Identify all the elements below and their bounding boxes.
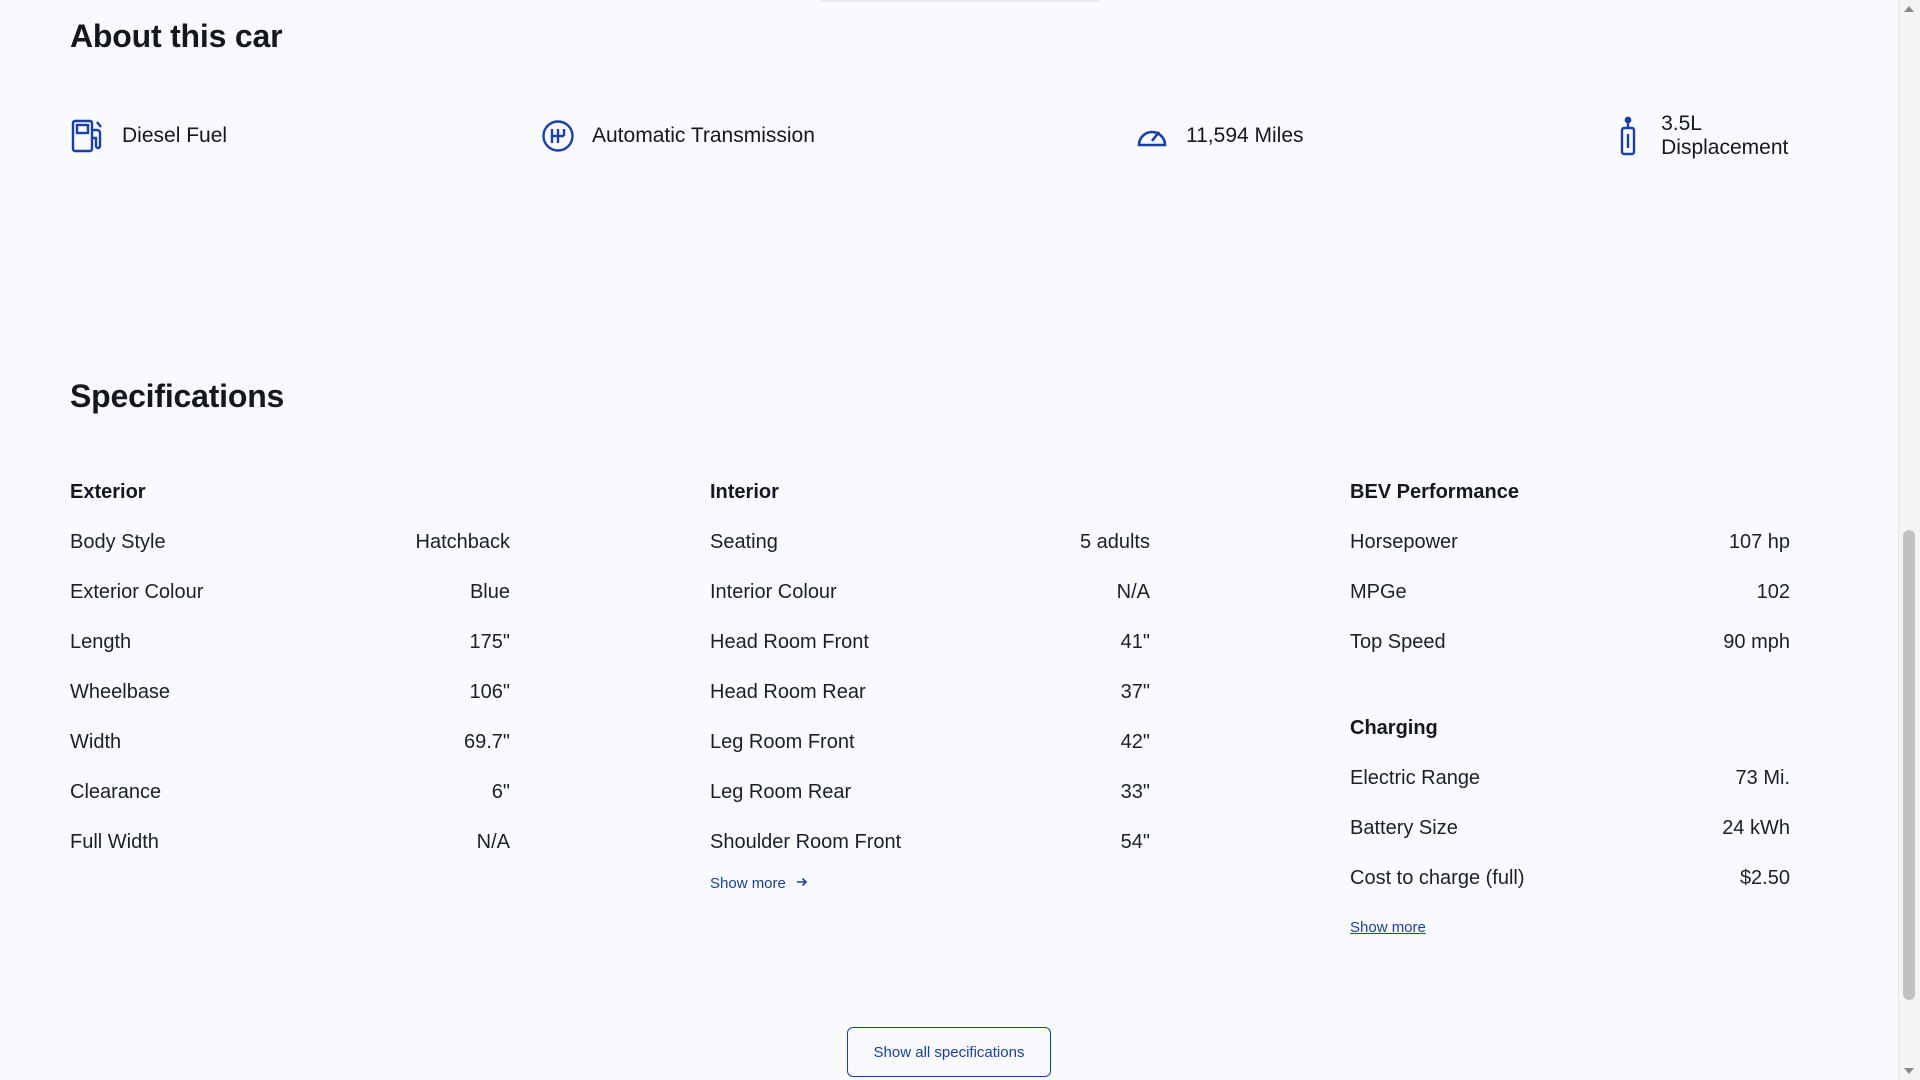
spec-value: 42"	[1120, 731, 1150, 753]
spec-value: 102	[1756, 581, 1790, 603]
spec-label: Cost to charge (full)	[1350, 867, 1525, 889]
about-title: About this car	[70, 18, 283, 54]
scroll-down-arrow-icon[interactable]	[1904, 1068, 1914, 1074]
spec-value: 24 kWh	[1722, 817, 1790, 839]
charging-show-more-link[interactable]: Show more	[1350, 919, 1426, 936]
feature-label: Diesel Fuel	[122, 124, 228, 147]
spec-value: 54"	[1120, 831, 1150, 853]
feature-label: 11,594 Miles	[1186, 124, 1304, 147]
spec-row: Electric Range 73 Mi.	[1350, 761, 1790, 811]
feature-label: 3.5L Displacement	[1661, 112, 1789, 159]
spec-row: Top Speed 90 mph	[1350, 625, 1790, 675]
spec-label: Width	[70, 731, 122, 753]
spec-value: Blue	[469, 581, 510, 603]
spec-value: 73 Mi.	[1735, 767, 1790, 789]
spec-label: Head Room Rear	[710, 681, 866, 703]
spec-value: 107 hp	[1728, 531, 1790, 553]
spec-value: 6"	[491, 781, 510, 803]
spec-row: Horsepower 107 hp	[1350, 525, 1790, 575]
spec-value: 69.7"	[463, 731, 510, 753]
feature-displacement: 3.5L Displacement	[1610, 112, 1830, 159]
spec-value: 41"	[1120, 631, 1150, 653]
spec-row: Clearance 6"	[70, 775, 510, 825]
spec-label: Top Speed	[1350, 631, 1446, 653]
spec-row: Head Room Rear 37"	[710, 675, 1150, 725]
spec-label: Length	[70, 631, 132, 653]
spec-row: Wheelbase 106"	[70, 675, 510, 725]
spec-group-title: Interior	[710, 481, 779, 503]
spec-value: 106"	[469, 681, 510, 703]
spec-label: Leg Room Rear	[710, 781, 852, 803]
spec-value: Hatchback	[415, 531, 511, 553]
feature-label: Automatic Transmission	[592, 124, 815, 147]
spec-row: Body Style Hatchback	[70, 525, 510, 575]
spec-label: Electric Range	[1350, 767, 1481, 789]
spec-value: 37"	[1120, 681, 1150, 703]
spec-row: Leg Room Rear 33"	[710, 775, 1150, 825]
gear-shift-icon	[540, 118, 576, 154]
spec-value: 5 adults	[1079, 531, 1150, 553]
spec-label: Clearance	[70, 781, 162, 803]
spec-row: Cost to charge (full) $2.50	[1350, 861, 1790, 911]
spec-label: Interior Colour	[710, 581, 837, 603]
show-all-specifications-button[interactable]: Show all specifications	[847, 1027, 1051, 1077]
spec-column-exterior: Exterior Body Style Hatchback Exterior Co…	[70, 475, 510, 875]
spec-label: Battery Size	[1350, 817, 1458, 839]
spec-label: Head Room Front	[710, 631, 869, 653]
spec-value: N/A	[476, 831, 510, 853]
feature-mileage: 11,594 Miles	[1134, 116, 1304, 156]
specifications-title: Specifications	[70, 378, 285, 414]
scroll-up-arrow-icon[interactable]	[1904, 6, 1914, 12]
page: About this car Diesel Fuel Automatic Tra…	[0, 0, 1899, 1080]
spec-value: 33"	[1120, 781, 1150, 803]
spec-group-title: Charging	[1350, 717, 1438, 739]
feature-list: Diesel Fuel Automatic Transmission 11,59…	[70, 112, 1830, 159]
feature-fuel: Diesel Fuel	[70, 116, 227, 156]
spec-row: Head Room Front 41"	[710, 625, 1150, 675]
spec-row: Battery Size 24 kWh	[1350, 811, 1790, 861]
spec-column-performance: BEV Performance Horsepower 107 hp MPGe 102…	[1350, 475, 1790, 937]
spec-label: Body Style	[70, 531, 166, 553]
spec-row: Width 69.7"	[70, 725, 510, 775]
spec-row: Exterior Colour Blue	[70, 575, 510, 625]
spec-label: Shoulder Room Front	[710, 831, 902, 853]
feature-transmission: Automatic Transmission	[540, 116, 815, 156]
sticky-header-edge	[820, 0, 1100, 2]
spec-label: Horsepower	[1350, 531, 1458, 553]
spec-label: Wheelbase	[70, 681, 171, 703]
speedometer-icon	[1134, 118, 1170, 154]
spec-label: MPGe	[1350, 581, 1407, 603]
scrollbar-thumb[interactable]	[1903, 530, 1915, 1000]
spec-value: N/A	[1116, 581, 1150, 603]
vertical-scrollbar[interactable]	[1898, 0, 1920, 1080]
spec-row: Leg Room Front 42"	[710, 725, 1150, 775]
show-more-label: Show more	[710, 875, 786, 892]
spec-row: Shoulder Room Front 54"	[710, 825, 1150, 875]
interior-show-more-link[interactable]: Show more	[710, 875, 808, 892]
spec-row: Full Width N/A	[70, 825, 510, 875]
spec-group-title: BEV Performance	[1350, 481, 1519, 503]
spec-row: MPGe 102	[1350, 575, 1790, 625]
spec-label: Leg Room Front	[710, 731, 855, 753]
arrow-right-icon	[796, 875, 808, 892]
fuel-pump-icon	[70, 118, 106, 154]
spec-value: 90 mph	[1723, 631, 1790, 653]
spec-column-interior: Interior Seating 5 adults Interior Colour…	[710, 475, 1150, 893]
spec-row: Seating 5 adults	[710, 525, 1150, 575]
spec-row: Interior Colour N/A	[710, 575, 1150, 625]
spec-value: $2.50	[1739, 867, 1790, 889]
spec-group-title: Exterior	[70, 481, 146, 503]
spec-row: Length 175"	[70, 625, 510, 675]
spec-label: Exterior Colour	[70, 581, 204, 603]
piston-icon	[1610, 116, 1645, 156]
spec-label: Seating	[710, 531, 778, 553]
spec-value: 175"	[469, 631, 510, 653]
spec-label: Full Width	[70, 831, 159, 853]
